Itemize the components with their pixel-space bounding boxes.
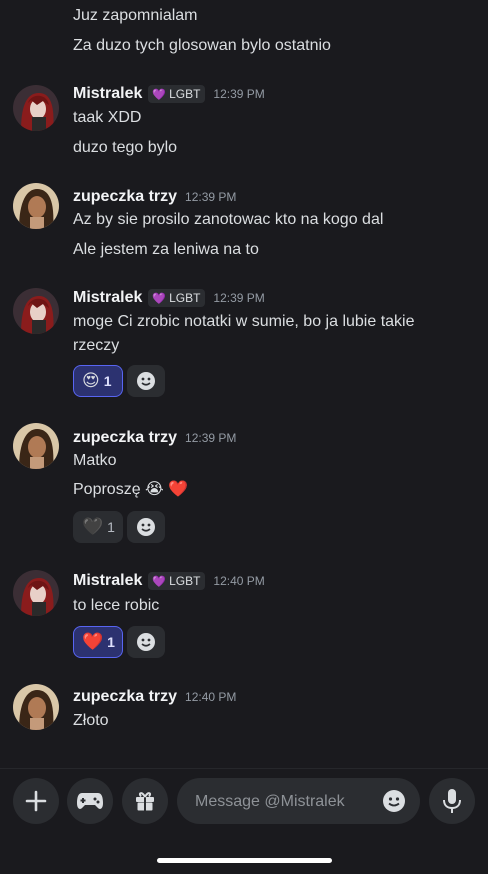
timestamp: 12:39 PM xyxy=(185,190,237,204)
author-name[interactable]: zupeczka trzy xyxy=(73,688,177,706)
emoji-button[interactable] xyxy=(382,789,406,813)
role-badge-label: LGBT xyxy=(169,291,201,305)
gamepad-icon xyxy=(77,793,103,809)
add-attachment-button[interactable] xyxy=(13,778,59,824)
gift-icon xyxy=(136,792,154,811)
plus-icon xyxy=(25,790,47,812)
author-name[interactable]: zupeczka trzy xyxy=(73,429,177,447)
role-badge[interactable]: 💜 LGBT xyxy=(148,85,206,103)
reaction-pill[interactable]: 🖤 1 xyxy=(73,511,123,543)
avatar[interactable] xyxy=(13,684,59,730)
message-text: duzo tego bylo xyxy=(73,139,178,156)
avatar[interactable] xyxy=(13,570,59,616)
add-reaction-icon xyxy=(137,518,155,536)
add-reaction-button[interactable] xyxy=(127,365,165,397)
role-badge-label: LGBT xyxy=(169,574,201,588)
message-text: moge Ci zrobic notatki w sumie, bo ja lu… xyxy=(73,313,415,330)
role-badge-label: LGBT xyxy=(169,87,201,101)
reaction-emoji: 🖤 xyxy=(82,517,104,536)
author-name[interactable]: Mistralek xyxy=(73,85,142,103)
avatar[interactable] xyxy=(13,183,59,229)
heart-icon: 💜 xyxy=(152,575,167,588)
message-text: Juz zapomnialam xyxy=(73,7,198,24)
heart-icon: 💜 xyxy=(152,292,167,305)
message-text: Poproszę 😭 ❤️ xyxy=(73,481,189,498)
voice-message-button[interactable] xyxy=(429,778,475,824)
heart-icon: 💜 xyxy=(152,88,167,101)
message-text: taak XDD xyxy=(73,109,142,126)
role-badge[interactable]: 💜 LGBT xyxy=(148,572,206,590)
reaction-emoji: ❤️ xyxy=(82,632,104,651)
timestamp: 12:40 PM xyxy=(213,574,265,588)
microphone-icon xyxy=(443,789,461,813)
home-indicator[interactable] xyxy=(157,858,332,863)
message-text: Złoto xyxy=(73,712,109,729)
message-header: Mistralek 💜 LGBT 12:39 PM xyxy=(73,287,265,309)
message-text: to lece robic xyxy=(73,597,160,614)
avatar[interactable] xyxy=(13,288,59,334)
reaction-pill[interactable]: 😍 1 xyxy=(73,365,123,397)
reaction-emoji: 😍 xyxy=(82,371,100,390)
author-name[interactable]: zupeczka trzy xyxy=(73,188,177,206)
add-reaction-button[interactable] xyxy=(127,511,165,543)
avatar[interactable] xyxy=(13,85,59,131)
message-header: Mistralek 💜 LGBT 12:39 PM xyxy=(73,83,265,105)
timestamp: 12:39 PM xyxy=(213,291,265,305)
message-header: Mistralek 💜 LGBT 12:40 PM xyxy=(73,570,265,592)
role-badge[interactable]: 💜 LGBT xyxy=(148,289,206,307)
message-header: zupeczka trzy 12:39 PM xyxy=(73,186,236,208)
message-text: Za duzo tych glosowan bylo ostatnio xyxy=(73,37,331,54)
reaction-pill[interactable]: ❤️ 1 xyxy=(73,626,123,658)
reaction-count: 1 xyxy=(107,634,115,650)
gift-button[interactable] xyxy=(122,778,168,824)
reaction-count: 1 xyxy=(107,519,115,535)
timestamp: 12:40 PM xyxy=(185,690,237,704)
author-name[interactable]: Mistralek xyxy=(73,572,142,590)
add-reaction-button[interactable] xyxy=(127,626,165,658)
apps-button[interactable] xyxy=(67,778,113,824)
timestamp: 12:39 PM xyxy=(213,87,265,101)
timestamp: 12:39 PM xyxy=(185,431,237,445)
message-input[interactable] xyxy=(193,778,377,826)
avatar[interactable] xyxy=(13,423,59,469)
author-name[interactable]: Mistralek xyxy=(73,289,142,307)
add-reaction-icon xyxy=(137,372,155,390)
message-text: Ale jestem za leniwa na to xyxy=(73,241,259,258)
reaction-count: 1 xyxy=(103,373,112,389)
emoji-icon xyxy=(383,790,405,812)
message-text: Az by sie prosilo zanotowac kto na kogo … xyxy=(73,211,384,228)
add-reaction-icon xyxy=(137,633,155,651)
message-header: zupeczka trzy 12:39 PM xyxy=(73,427,236,449)
message-header: zupeczka trzy 12:40 PM xyxy=(73,686,236,708)
message-input-container xyxy=(177,778,420,826)
message-text: rzeczy xyxy=(73,337,120,354)
message-text: Matko xyxy=(73,452,117,469)
